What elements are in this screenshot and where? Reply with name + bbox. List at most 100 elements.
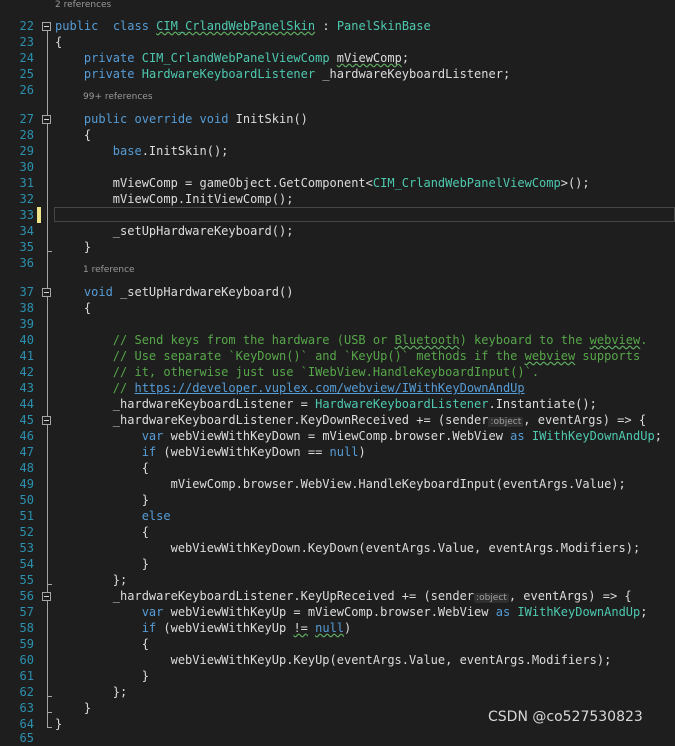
code-line[interactable]: 46 var webViewWithKeyDown = mViewComp.br…	[0, 428, 675, 444]
code-line[interactable]: 34 _setUpHardwareKeyboard();	[0, 223, 675, 239]
code-token: IWithKeyDownAndUp	[517, 605, 641, 619]
code-text: mViewComp = gameObject.GetComponent<CIM_…	[55, 175, 590, 191]
code-token: _hardwareKeyboardListener;	[315, 67, 511, 81]
code-line[interactable]: 57 var webViewWithKeyUp = mViewComp.brow…	[0, 604, 675, 620]
collapse-toggle-icon[interactable]	[42, 416, 51, 425]
code-line[interactable]: 41 // Use separate `KeyDown()` and `KeyU…	[0, 348, 675, 364]
collapse-toggle-icon[interactable]	[42, 115, 51, 124]
code-line[interactable]: 43 // https://developer.vuplex.com/webvi…	[0, 380, 675, 396]
collapse-toggle-icon[interactable]	[42, 22, 51, 31]
code-token: )	[344, 621, 352, 635]
line-number: 39	[19, 317, 34, 331]
code-line[interactable]: 40 // Send keys from the hardware (USB o…	[0, 332, 675, 348]
code-line[interactable]: 37 void _setUpHardwareKeyboard()	[0, 284, 675, 300]
code-line[interactable]: 31 mViewComp = gameObject.GetComponent<C…	[0, 175, 675, 191]
line-number: 34	[19, 224, 34, 238]
code-token: void	[83, 285, 113, 299]
code-line[interactable]: 52 {	[0, 524, 675, 540]
code-line[interactable]: 23 {	[0, 34, 675, 50]
code-line[interactable]: 55 };	[0, 572, 675, 588]
code-text: base.InitSkin();	[55, 143, 229, 159]
line-number: 55	[19, 573, 34, 587]
code-line[interactable]: 47 if (webViewWithKeyDown == null)	[0, 444, 675, 460]
code-token: ;	[654, 429, 662, 443]
code-line[interactable]: 45 _hardwareKeyboardListener.KeyDownRece…	[0, 412, 675, 428]
code-text: {	[55, 524, 149, 540]
line-number: 58	[19, 621, 34, 635]
line-number: 56	[19, 589, 34, 603]
line-number: 41	[19, 349, 34, 363]
code-lens-references[interactable]: 2 references	[55, 0, 111, 12]
code-line[interactable]: 24 private CIM_CrlandWebPanelViewComp mV…	[0, 50, 675, 66]
code-line[interactable]: 60 webViewWithKeyUp.KeyUp(eventArgs.Valu…	[0, 652, 675, 668]
code-text: void _setUpHardwareKeyboard()	[55, 284, 294, 300]
code-token: ) keyboard to the	[459, 333, 590, 347]
code-line[interactable]: 33	[0, 207, 675, 223]
line-number: 65	[19, 731, 34, 745]
line-number: 60	[19, 653, 34, 667]
code-token: IWithKeyDownAndUp	[531, 429, 655, 443]
code-token: }	[55, 240, 92, 254]
code-text: var webViewWithKeyDown = mViewComp.brows…	[55, 428, 662, 444]
line-number: 50	[19, 493, 34, 507]
code-token: (webViewWithKeyUp	[156, 621, 294, 635]
line-number: 48	[19, 461, 34, 475]
code-line[interactable]: 32 mViewComp.InitViewComp();	[0, 191, 675, 207]
line-number: 37	[19, 285, 34, 299]
code-text: }	[55, 239, 91, 255]
code-token: {	[55, 637, 149, 651]
code-line[interactable]: 26	[0, 82, 675, 98]
code-line[interactable]: 36	[0, 255, 675, 271]
code-text: mViewComp.InitViewComp();	[55, 191, 294, 207]
code-line[interactable]: 22 public class CIM_CrlandWebPanelSkin : …	[0, 18, 675, 34]
code-token: mViewComp.browser.WebView.HandleKeyboard…	[55, 477, 626, 491]
inlay-type-hint: :object	[474, 593, 509, 603]
code-line[interactable]: 53 webViewWithKeyDown.KeyDown(eventArgs.…	[0, 540, 675, 556]
code-token: ;	[401, 51, 410, 65]
code-token: }	[55, 493, 149, 507]
collapse-toggle-icon[interactable]	[42, 592, 51, 601]
code-text: if (webViewWithKeyUp != null)	[55, 620, 352, 636]
line-number: 26	[19, 83, 34, 97]
collapse-toggle-icon[interactable]	[42, 288, 51, 297]
code-text: // it, otherwise just use `IWebView.Hand…	[55, 364, 539, 380]
code-token: {	[55, 128, 92, 142]
code-line[interactable]: 54 }	[0, 556, 675, 572]
code-token: .	[640, 333, 648, 347]
code-line[interactable]: 29 base.InitSkin();	[0, 143, 675, 159]
code-line[interactable]: 25 private HardwareKeyboardListener _har…	[0, 66, 675, 82]
code-line[interactable]: 49 mViewComp.browser.WebView.HandleKeybo…	[0, 476, 675, 492]
code-token: >();	[560, 176, 590, 190]
code-line[interactable]: 50 }	[0, 492, 675, 508]
code-line[interactable]: 30	[0, 159, 675, 175]
code-line[interactable]: 62 };	[0, 684, 675, 700]
code-token: )	[358, 445, 366, 459]
code-line[interactable]: 48 {	[0, 460, 675, 476]
code-token: override	[134, 112, 193, 126]
line-number: 43	[19, 381, 34, 395]
line-number: 38	[19, 301, 34, 315]
code-line[interactable]: 65	[0, 730, 675, 746]
code-line[interactable]: 39	[0, 316, 675, 332]
code-line[interactable]: 59 {	[0, 636, 675, 652]
code-text: if (webViewWithKeyDown == null)	[55, 444, 366, 460]
code-text: webViewWithKeyUp.KeyUp(eventArgs.Value, …	[55, 652, 612, 668]
code-token: InitSkin()	[228, 112, 308, 126]
code-line[interactable]: 27 public override void InitSkin()	[0, 111, 675, 127]
code-line[interactable]: 56 _hardwareKeyboardListener.KeyUpReceiv…	[0, 588, 675, 604]
code-line[interactable]: 42 // it, otherwise just use `IWebView.H…	[0, 364, 675, 380]
code-text: }	[55, 700, 91, 716]
code-line[interactable]: 28 {	[0, 127, 675, 143]
code-line[interactable]: 51 else	[0, 508, 675, 524]
code-line[interactable]: 58 if (webViewWithKeyUp != null)	[0, 620, 675, 636]
code-line[interactable]: 38 {	[0, 300, 675, 316]
code-line[interactable]: 61 }	[0, 668, 675, 684]
code-line[interactable]: 35 }	[0, 239, 675, 255]
code-token: webview	[589, 333, 641, 347]
code-line[interactable]: 44 _hardwareKeyboardListener = HardwareK…	[0, 396, 675, 412]
code-text: public class CIM_CrlandWebPanelSkin : Pa…	[55, 18, 431, 34]
